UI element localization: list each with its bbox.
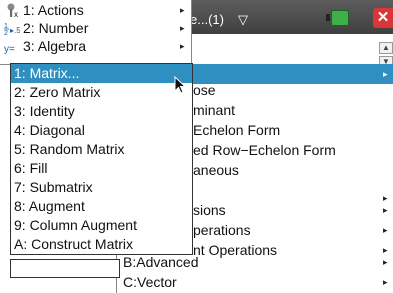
menu-item-label: aneous [193, 162, 239, 178]
menu-item-label: 9: Column Augment [14, 217, 137, 233]
algebra-icon: y= [4, 44, 15, 54]
menu-item-label: 5: Random Matrix [14, 141, 125, 157]
menu-item-label: ed Row−Echelon Form [193, 142, 336, 158]
menu-item-label: 3: Algebra [23, 38, 87, 54]
menu-item-label: A: Construct Matrix [14, 236, 134, 252]
menu-item-label: perations [193, 222, 251, 238]
menu-item-label: 7: Submatrix [14, 179, 93, 195]
menu-item-label: 1: Matrix... [14, 65, 80, 81]
menu-item-zero-matrix[interactable]: 2: Zero Matrix [11, 83, 192, 102]
submenu-arrow-icon: ▸ [180, 5, 185, 15]
menu-item-label: Echelon Form [193, 122, 281, 138]
menu-item-number[interactable]: 1 2 ▸.5 2: Number ▸ [0, 18, 191, 38]
document-tab[interactable]: e...(1) ▽ [190, 9, 260, 31]
menu-item-label: minant [193, 102, 236, 118]
svg-text:x: x [14, 10, 18, 18]
svg-text:▸.5: ▸.5 [10, 26, 20, 35]
menu-item-label: 2: Number [23, 20, 89, 36]
menu-item-label: 6: Fill [14, 160, 48, 176]
menu-item-fill[interactable]: 6: Fill [11, 159, 192, 178]
menu-item-label: 8: Augment [14, 198, 85, 214]
scroll-up-icon[interactable]: ▲ [379, 42, 393, 54]
main-menu: x 1: Actions ▸ 1 2 ▸.5 2: Number ▸ y= 3:… [0, 0, 192, 65]
close-icon[interactable]: ✕ [373, 8, 393, 28]
menu-item-random-matrix[interactable]: 5: Random Matrix [11, 140, 192, 159]
menu-item-label: sions [193, 202, 226, 218]
pointer-cursor-icon [174, 76, 186, 94]
menu-item-column-augment[interactable]: 9: Column Augment [11, 216, 192, 235]
submenu-arrow-icon: ▸ [383, 277, 388, 287]
menu-item-construct-matrix[interactable]: A: Construct Matrix [11, 235, 192, 254]
submenu-arrow-icon: ▸ [383, 257, 388, 267]
actions-icon: x [7, 3, 18, 18]
menu-item-matrix[interactable]: 1: Matrix... [11, 64, 192, 83]
submenu-arrow-icon: ▸ [180, 23, 185, 33]
chevron-down-icon[interactable]: ▽ [235, 9, 251, 31]
menu-item-label: ose [193, 82, 216, 98]
menu-item-diagonal[interactable]: 4: Diagonal [11, 121, 192, 140]
menu-item-label: C:Vector [123, 274, 177, 290]
document-tab-label: e...(1) [190, 12, 224, 27]
create-matrix-menu: 1: Matrix... 2: Zero Matrix 3: Identity … [10, 63, 193, 255]
menu-item-submatrix[interactable]: 7: Submatrix [11, 178, 192, 197]
battery-icon [326, 10, 349, 26]
menu-item-label: 1: Actions [23, 2, 84, 18]
menu-item-label: 2: Zero Matrix [14, 84, 101, 100]
menu-item-advanced[interactable]: B:Advanced ▸ [117, 252, 393, 272]
entry-line[interactable] [10, 259, 120, 278]
menu-item-algebra[interactable]: y= 3: Algebra ▸ [0, 36, 191, 56]
menu-item-augment[interactable]: 8: Augment [11, 197, 192, 216]
number-icon: 1 2 ▸.5 [4, 23, 20, 36]
menu-item-actions[interactable]: x 1: Actions ▸ [0, 0, 191, 20]
menu-item-label: B:Advanced [123, 254, 199, 270]
submenu-arrow-icon: ▸ [383, 225, 388, 235]
menu-item-label: 3: Identity [14, 103, 75, 119]
menu-item-identity[interactable]: 3: Identity [11, 102, 192, 121]
menu-item-label: 4: Diagonal [14, 122, 85, 138]
submenu-arrow-icon: ▸ [383, 205, 388, 215]
menu-item-vector[interactable]: C:Vector ▸ [117, 272, 393, 292]
calculator-screen: e...(1) ▽ ✕ ▲ ▼ ▸ ose minant Echelon For… [0, 0, 393, 293]
submenu-arrow-icon: ▸ [180, 41, 185, 51]
svg-text:y=: y= [4, 44, 15, 54]
